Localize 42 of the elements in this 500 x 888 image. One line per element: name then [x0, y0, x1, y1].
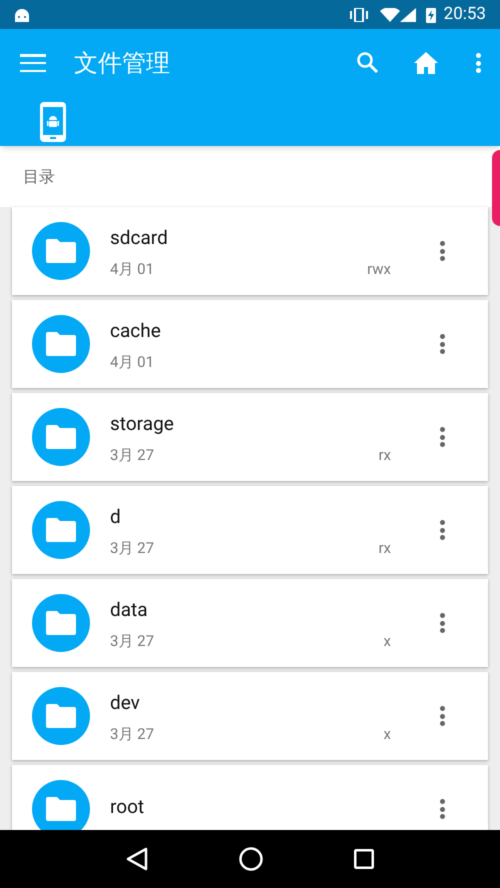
- folder-row[interactable]: d 3月 27 rx: [12, 486, 488, 574]
- folder-row[interactable]: data 3月 27 x: [12, 579, 488, 667]
- folder-permissions: x: [384, 631, 391, 652]
- home-icon[interactable]: [414, 52, 438, 74]
- search-icon[interactable]: [356, 51, 380, 75]
- recents-icon[interactable]: [354, 849, 374, 869]
- folder-row[interactable]: dev 3月 27 x: [12, 672, 488, 760]
- folder-date: 3月 27: [110, 631, 154, 652]
- folder-name: data: [110, 596, 149, 622]
- folder-name: storage: [110, 410, 175, 436]
- status-time: 20:53: [444, 2, 486, 26]
- folder-permissions: x: [384, 724, 391, 745]
- folder-row[interactable]: cache 4月 01: [12, 300, 488, 388]
- menu-icon[interactable]: [20, 53, 46, 73]
- folder-row[interactable]: sdcard 4月 01 rwx: [12, 207, 488, 295]
- folder-date: 3月 27: [110, 724, 154, 745]
- phone-icon[interactable]: [40, 102, 66, 142]
- folder-name: cache: [110, 318, 162, 344]
- folder-icon: [32, 780, 90, 830]
- vibrate-icon: [348, 8, 370, 22]
- section-title: 目录: [23, 166, 55, 188]
- wifi-icon: [380, 8, 400, 22]
- folder-date: 4月 01: [110, 352, 154, 373]
- toolbar-title: 文件管理: [74, 48, 170, 79]
- folder-date: 3月 27: [110, 538, 154, 559]
- battery-icon: [426, 6, 436, 22]
- folder-name: sdcard: [110, 224, 169, 250]
- folder-row[interactable]: root: [12, 765, 488, 830]
- folder-date: 4月 01: [110, 259, 154, 280]
- folder-name: d: [110, 504, 122, 530]
- folder-name: root: [110, 794, 146, 820]
- android-icon: [14, 8, 30, 22]
- signal-icon: [400, 8, 416, 22]
- folder-row[interactable]: storage 3月 27 rx: [12, 393, 488, 481]
- folder-permissions: rwx: [367, 259, 391, 280]
- folder-permissions: rx: [378, 445, 391, 466]
- folder-date: 3月 27: [110, 445, 154, 466]
- back-icon[interactable]: [126, 847, 148, 871]
- folder-name: dev: [110, 690, 141, 716]
- folder-permissions: rx: [378, 538, 391, 559]
- fast-scroll-thumb[interactable]: [492, 150, 500, 226]
- home-circle-icon[interactable]: [238, 847, 263, 871]
